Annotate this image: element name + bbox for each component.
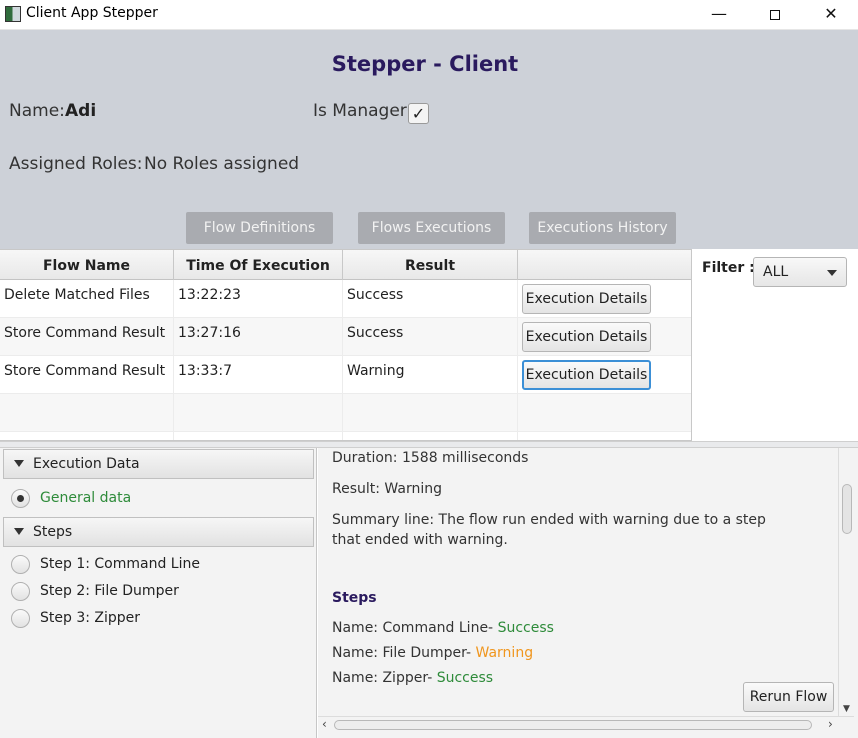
vertical-scroll-thumb[interactable] bbox=[842, 484, 852, 534]
general-data-radio[interactable] bbox=[11, 489, 30, 508]
table-row[interactable]: Store Command Result 13:33:7 Warning Exe… bbox=[0, 356, 691, 394]
header-area: Stepper - Client Name: Adi Is Manager: ✓… bbox=[0, 30, 858, 249]
app-icon bbox=[5, 6, 21, 22]
step-label[interactable]: Step 3: Zipper bbox=[40, 610, 140, 626]
assigned-roles-label: Assigned Roles: bbox=[9, 154, 143, 174]
column-header-action[interactable] bbox=[518, 250, 691, 280]
execution-details-button[interactable]: Execution Details bbox=[522, 284, 651, 314]
close-icon: ✕ bbox=[824, 4, 838, 23]
name-value: Adi bbox=[65, 101, 97, 121]
close-button[interactable]: ✕ bbox=[802, 0, 858, 30]
expand-triangle-icon bbox=[14, 528, 24, 535]
horizontal-scrollbar[interactable]: ‹ › bbox=[318, 716, 854, 732]
flows-executions-button[interactable]: Flows Executions bbox=[358, 212, 505, 244]
summary-text: Summary line: The flow run ended with wa… bbox=[332, 512, 766, 548]
flow-definitions-button[interactable]: Flow Definitions bbox=[186, 212, 333, 244]
step-status: Success bbox=[436, 670, 494, 686]
cell-time: 13:33:7 bbox=[174, 356, 343, 394]
step-name: Name: File Dumper- bbox=[332, 645, 472, 661]
filter-panel: Filter : ALL bbox=[692, 249, 858, 441]
empty-cell bbox=[174, 432, 343, 440]
cell-result: Warning bbox=[343, 356, 518, 394]
cell-result: Success bbox=[343, 318, 518, 356]
column-header-time[interactable]: Time Of Execution bbox=[174, 250, 343, 280]
empty-cell bbox=[0, 394, 174, 432]
table-header: Flow Name Time Of Execution Result bbox=[0, 250, 691, 280]
execution-details-button[interactable]: Execution Details bbox=[522, 322, 651, 352]
name-label: Name: bbox=[9, 101, 65, 121]
chevron-down-icon bbox=[827, 270, 837, 276]
is-manager-label: Is Manager: bbox=[313, 101, 413, 121]
step-status: Success bbox=[497, 620, 554, 636]
cell-flow-name: Store Command Result bbox=[0, 356, 174, 394]
execution-details-pane: Duration: 1588 milliseconds Result: Warn… bbox=[318, 448, 858, 738]
empty-table-row bbox=[0, 394, 691, 432]
empty-cell bbox=[343, 432, 518, 440]
table-row[interactable]: Store Command Result 13:27:16 Success Ex… bbox=[0, 318, 691, 356]
executions-table: Flow Name Time Of Execution Result Delet… bbox=[0, 249, 692, 441]
scroll-right-icon[interactable]: › bbox=[828, 717, 833, 731]
execution-details-button[interactable]: Execution Details bbox=[522, 360, 651, 390]
filter-select[interactable]: ALL bbox=[753, 257, 847, 287]
result-text: Result: Warning bbox=[332, 481, 442, 497]
duration-text: Duration: 1588 milliseconds bbox=[332, 450, 529, 466]
maximize-icon bbox=[770, 9, 780, 20]
empty-cell bbox=[518, 394, 691, 432]
empty-cell bbox=[343, 394, 518, 432]
is-manager-checkbox[interactable]: ✓ bbox=[408, 103, 429, 124]
column-header-flow-name[interactable]: Flow Name bbox=[0, 250, 174, 280]
cell-flow-name: Store Command Result bbox=[0, 318, 174, 356]
cell-action: Execution Details bbox=[518, 318, 691, 356]
column-header-result[interactable]: Result bbox=[343, 250, 518, 280]
scroll-left-icon[interactable]: ‹ bbox=[322, 717, 327, 731]
radio-selected-dot bbox=[17, 495, 24, 502]
scroll-down-icon[interactable]: ▼ bbox=[843, 704, 850, 714]
step-result-line: Name: Zipper- Success bbox=[332, 670, 493, 686]
cell-result: Success bbox=[343, 280, 518, 318]
cell-flow-name: Delete Matched Files bbox=[0, 280, 174, 318]
filter-label: Filter : bbox=[702, 260, 755, 276]
steps-heading: Steps bbox=[332, 590, 377, 606]
minimize-icon: — bbox=[711, 4, 727, 23]
general-data-label[interactable]: General data bbox=[40, 490, 131, 506]
cell-action: Execution Details bbox=[518, 356, 691, 394]
execution-data-label: Execution Data bbox=[33, 456, 140, 472]
empty-table-row bbox=[0, 432, 691, 440]
split-pane-divider[interactable] bbox=[0, 441, 858, 448]
step-result-line: Name: Command Line- Success bbox=[332, 620, 554, 636]
step-result-line: Name: File Dumper- Warning bbox=[332, 645, 533, 661]
assigned-roles-value: No Roles assigned bbox=[144, 154, 300, 174]
window-titlebar: Client App Stepper — ✕ bbox=[0, 0, 858, 30]
step-radio[interactable] bbox=[11, 609, 30, 628]
maximize-button[interactable] bbox=[746, 0, 804, 30]
vertical-scrollbar[interactable]: ▼ bbox=[838, 448, 854, 716]
cell-time: 13:22:23 bbox=[174, 280, 343, 318]
rerun-flow-button[interactable]: Rerun Flow bbox=[743, 682, 834, 712]
horizontal-scroll-thumb[interactable] bbox=[334, 720, 812, 730]
expand-triangle-icon bbox=[14, 460, 24, 467]
empty-cell bbox=[518, 432, 691, 440]
executions-history-button[interactable]: Executions History bbox=[529, 212, 676, 244]
step-label[interactable]: Step 1: Command Line bbox=[40, 556, 200, 572]
page-title: Stepper - Client bbox=[331, 52, 519, 76]
filter-selected-value: ALL bbox=[763, 264, 789, 280]
cell-time: 13:27:16 bbox=[174, 318, 343, 356]
step-status: Warning bbox=[475, 645, 534, 661]
steps-accordion[interactable]: Steps bbox=[3, 517, 314, 547]
step-name: Name: Zipper- bbox=[332, 670, 433, 686]
window-title: Client App Stepper bbox=[26, 5, 158, 21]
minimize-button[interactable]: — bbox=[690, 0, 748, 30]
step-radio[interactable] bbox=[11, 555, 30, 574]
step-label[interactable]: Step 2: File Dumper bbox=[40, 583, 179, 599]
steps-header-label: Steps bbox=[33, 524, 73, 540]
empty-cell bbox=[174, 394, 343, 432]
execution-data-accordion[interactable]: Execution Data bbox=[3, 449, 314, 479]
step-name: Name: Command Line- bbox=[332, 620, 494, 636]
table-row[interactable]: Delete Matched Files 13:22:23 Success Ex… bbox=[0, 280, 691, 318]
step-radio[interactable] bbox=[11, 582, 30, 601]
details-navigation-pane: Execution Data General data Steps Step 1… bbox=[0, 448, 317, 738]
cell-action: Execution Details bbox=[518, 280, 691, 318]
empty-cell bbox=[0, 432, 174, 440]
